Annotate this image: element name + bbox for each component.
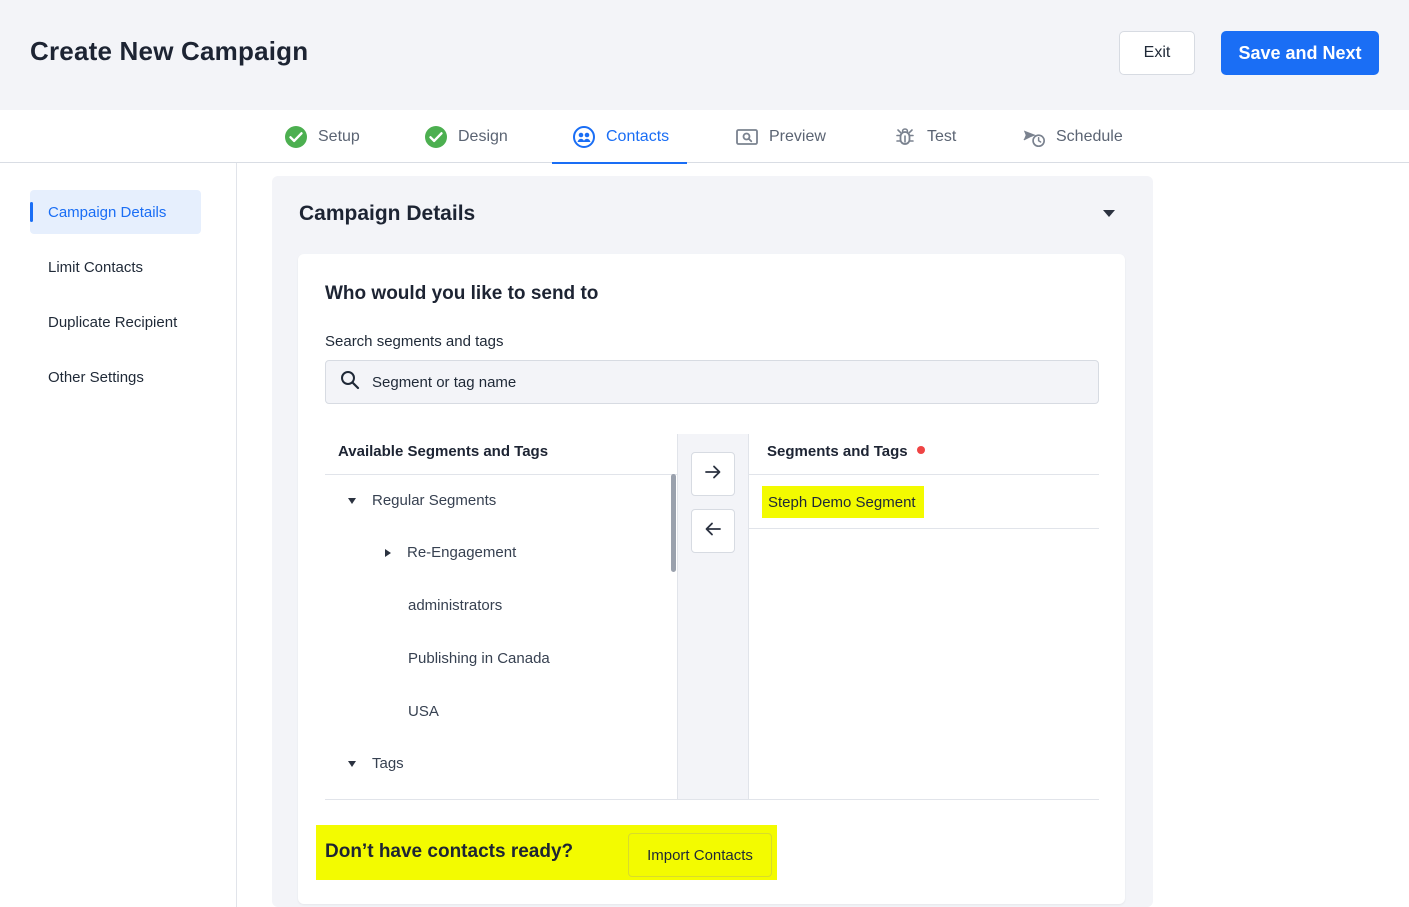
- tree-item-regular-segments[interactable]: Regular Segments: [348, 492, 496, 509]
- check-circle-icon: [424, 125, 448, 149]
- nav-limit-contacts[interactable]: Limit Contacts: [30, 245, 201, 289]
- preview-icon: [735, 125, 759, 149]
- collapse-caret-icon[interactable]: [1103, 210, 1115, 217]
- campaign-details-panel: Campaign Details Who would you like to s…: [272, 176, 1153, 907]
- save-and-next-button[interactable]: Save and Next: [1221, 31, 1379, 75]
- tree-item-tags[interactable]: Tags: [348, 755, 404, 772]
- tab-design[interactable]: Design: [424, 110, 508, 163]
- nav-duplicate-recipient[interactable]: Duplicate Recipient: [30, 300, 201, 344]
- tab-schedule[interactable]: Schedule: [1022, 110, 1123, 163]
- page-header: Create New Campaign Exit Save and Next: [0, 0, 1409, 110]
- arrow-left-icon: [703, 519, 723, 544]
- tree-item-label: Tags: [372, 755, 404, 772]
- tab-test[interactable]: Test: [893, 110, 956, 163]
- available-list-header: Available Segments and Tags: [325, 434, 677, 475]
- nav-campaign-details[interactable]: Campaign Details: [30, 190, 201, 234]
- audience-question: Who would you like to send to: [325, 283, 599, 304]
- selected-item-label: Steph Demo Segment: [762, 486, 924, 518]
- section-nav: Campaign Details Limit Contacts Duplicat…: [0, 163, 237, 907]
- selected-header-label: Segments and Tags: [767, 443, 908, 460]
- search-input[interactable]: [372, 373, 1072, 391]
- selected-list-item[interactable]: Steph Demo Segment: [749, 475, 1099, 529]
- tree-item-usa[interactable]: USA: [408, 703, 439, 720]
- required-indicator-icon: [916, 446, 925, 454]
- page-title: Create New Campaign: [30, 36, 309, 66]
- nav-other-settings[interactable]: Other Settings: [30, 355, 201, 399]
- search-field[interactable]: [325, 360, 1099, 404]
- collapse-caret-icon[interactable]: [385, 548, 391, 557]
- tree-item-label: Regular Segments: [372, 492, 497, 509]
- tab-label: Contacts: [606, 127, 670, 145]
- tree-item-publishing-in-canada[interactable]: Publishing in Canada: [408, 650, 550, 667]
- selected-list-header: Segments and Tags: [749, 434, 1099, 475]
- search-label: Search segments and tags: [325, 333, 504, 350]
- audience-card: Who would you like to send to Search seg…: [298, 254, 1125, 904]
- bug-icon: [893, 125, 917, 149]
- import-contacts-button[interactable]: Import Contacts: [628, 833, 772, 877]
- tree-item-label: USA: [408, 703, 439, 720]
- check-circle-icon: [284, 125, 308, 149]
- expand-caret-icon[interactable]: [348, 760, 356, 767]
- tab-label: Schedule: [1056, 127, 1123, 145]
- search-icon: [340, 370, 360, 395]
- tab-label: Test: [927, 127, 957, 145]
- list-scrollbar[interactable]: [671, 474, 676, 572]
- tree-item-label: administrators: [408, 597, 503, 614]
- remove-from-selected-button[interactable]: [691, 509, 735, 553]
- add-to-selected-button[interactable]: [691, 452, 735, 496]
- import-contacts-band: Don’t have contacts ready? Import Contac…: [316, 825, 777, 880]
- import-prompt: Don’t have contacts ready?: [325, 841, 574, 862]
- schedule-icon: [1022, 125, 1046, 149]
- exit-button[interactable]: Exit: [1119, 31, 1195, 75]
- tab-contacts[interactable]: Contacts: [551, 110, 688, 164]
- tree-item-label: Publishing in Canada: [408, 650, 550, 667]
- tab-label: Setup: [318, 127, 360, 145]
- tab-setup[interactable]: Setup: [284, 110, 360, 163]
- divider: [325, 799, 1099, 800]
- step-tabs: Setup Design Contacts Preview Test Sched…: [0, 110, 1409, 164]
- expand-caret-icon[interactable]: [348, 497, 356, 504]
- transfer-controls: [677, 434, 749, 799]
- arrow-right-icon: [703, 462, 723, 487]
- tree-item-administrators[interactable]: administrators: [408, 597, 502, 614]
- tree-item-re-engagement[interactable]: Re-Engagement: [385, 544, 516, 561]
- tab-preview[interactable]: Preview: [735, 110, 826, 163]
- contacts-icon: [572, 125, 596, 149]
- section-title: Campaign Details: [299, 202, 476, 225]
- tree-item-label: Re-Engagement: [407, 544, 517, 561]
- tab-label: Design: [458, 127, 508, 145]
- tab-label: Preview: [769, 127, 826, 145]
